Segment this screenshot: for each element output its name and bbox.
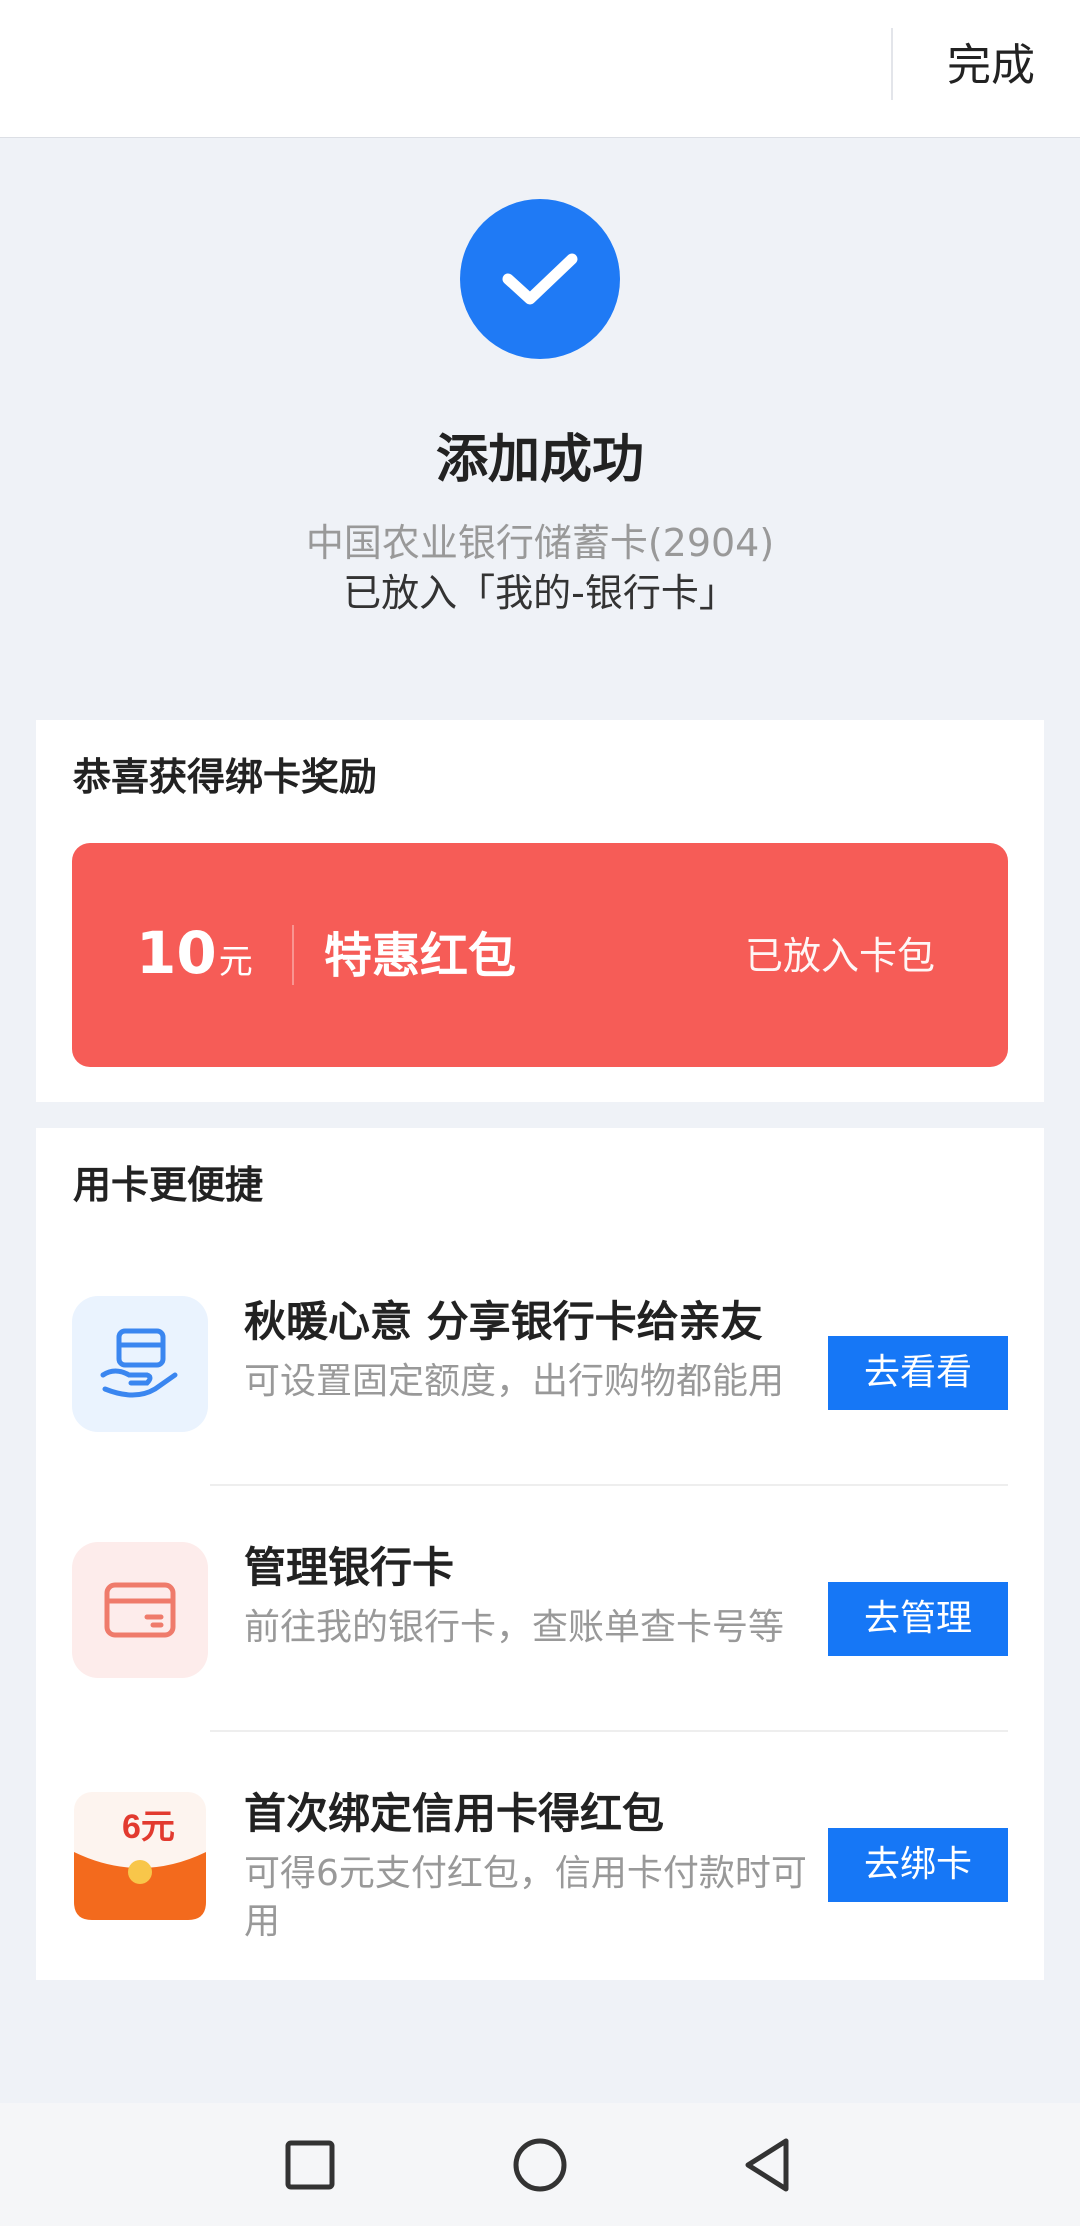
bind-card-button[interactable]: 去绑卡 <box>828 1828 1008 1902</box>
back-icon[interactable] <box>738 2133 802 2197</box>
card-location-text: 已放入「我的-银行卡」 <box>343 571 737 615</box>
feature-description: 可得6元支付红包，信用卡付款时可用 <box>244 1853 807 1942</box>
bank-card-icon <box>72 1542 208 1678</box>
result-subtitle: 中国农业银行储蓄卡(2904) 已放入「我的-银行卡」 <box>110 518 970 618</box>
manage-button[interactable]: 去管理 <box>828 1582 1008 1656</box>
coupon-amount-value: 10 <box>136 919 217 987</box>
feature-description: 可设置固定额度，出行购物都能用 <box>244 1361 785 1402</box>
red-packet-coupon[interactable]: 10元 特惠红包 已放入卡包 <box>72 843 1008 1067</box>
home-icon[interactable] <box>508 2133 572 2197</box>
coupon-amount: 10元 <box>136 913 253 1002</box>
card-name-text: 中国农业银行储蓄卡(2904) <box>305 521 775 565</box>
red-envelope-icon: 6元 <box>72 1788 208 1924</box>
view-button[interactable]: 去看看 <box>828 1336 1008 1410</box>
feature-item-share-card: 秋暖心意 分享银行卡给亲友 可设置固定额度，出行购物都能用 去看看 <box>36 1240 1044 1486</box>
top-bar: 完成 <box>0 0 1080 138</box>
feature-title: 管理银行卡 <box>244 1543 455 1592</box>
feature-title: 首次绑定信用卡得红包 <box>244 1789 665 1838</box>
done-button[interactable]: 完成 <box>947 36 1035 96</box>
coupon-name: 特惠红包 <box>324 928 517 984</box>
coupon-divider <box>292 925 294 985</box>
coupon-amount-unit: 元 <box>218 942 253 982</box>
top-bar-divider <box>891 28 893 100</box>
coupon-status: 已放入卡包 <box>744 934 935 978</box>
share-card-icon <box>72 1296 208 1432</box>
success-check-icon <box>460 199 620 359</box>
feature-description: 前往我的银行卡，查账单查卡号等 <box>244 1607 785 1648</box>
features-section-title: 用卡更便捷 <box>73 1163 264 1207</box>
feature-title: 秋暖心意 分享银行卡给亲友 <box>244 1297 763 1346</box>
reward-section-title: 恭喜获得绑卡奖励 <box>73 755 378 799</box>
red-envelope-icon-label: 6元 <box>122 1808 175 1846</box>
page-title: 添加成功 <box>435 430 644 490</box>
feature-item-bind-credit-card: 6元 首次绑定信用卡得红包 可得6元支付红包，信用卡付款时可用 去绑卡 <box>36 1732 1044 1978</box>
system-navigation-bar <box>0 2103 1080 2226</box>
recent-apps-icon[interactable] <box>278 2133 342 2197</box>
feature-item-manage-card: 管理银行卡 前往我的银行卡，查账单查卡号等 去管理 <box>36 1486 1044 1732</box>
